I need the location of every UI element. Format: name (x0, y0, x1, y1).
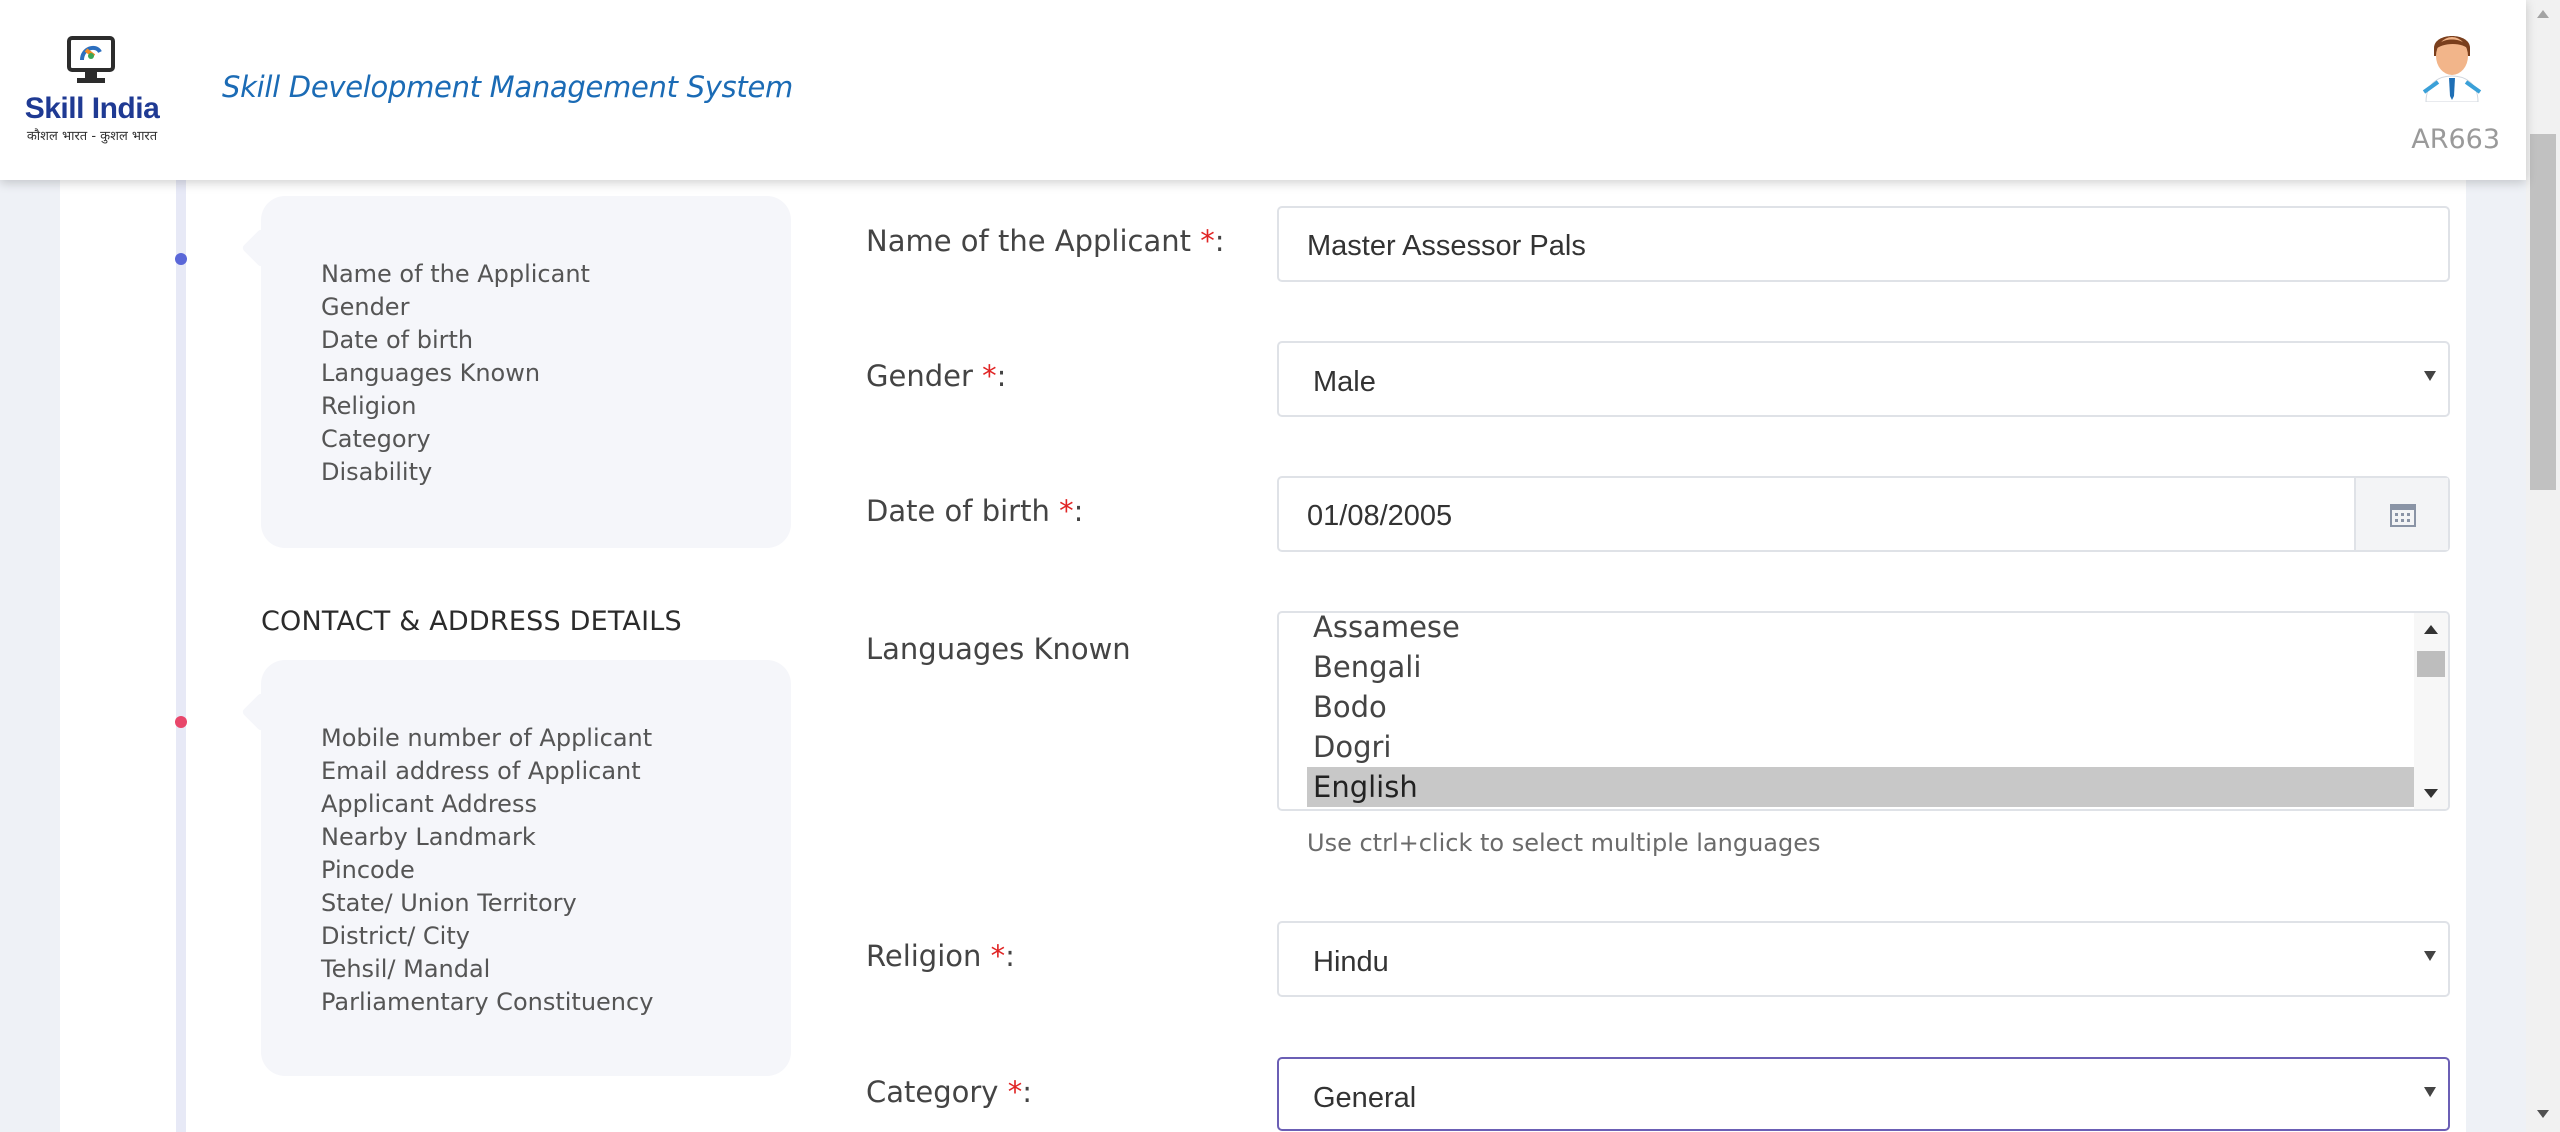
date-picker-button[interactable] (2354, 478, 2448, 550)
required-mark: * (990, 939, 1006, 973)
summary-item: Tehsil/ Mandal (321, 955, 491, 983)
label-colon: : (1073, 494, 1084, 528)
category-label: Category *: (866, 1075, 1032, 1109)
contact-details-summary-card: Mobile number of Applicant Email address… (261, 660, 791, 1076)
user-id: AR663 (2411, 124, 2500, 155)
languages-options: Assamese Bengali Bodo Dogri English (1307, 613, 2415, 807)
summary-item: District/ City (321, 922, 470, 950)
dob-label: Date of birth *: (866, 494, 1083, 528)
religion-label-text: Religion (866, 939, 991, 973)
brand-name: Skill India (24, 92, 160, 125)
dob-input-value: 01/08/2005 (1307, 500, 1453, 532)
summary-item: Disability (321, 458, 433, 486)
language-option[interactable]: Bengali (1307, 647, 2415, 687)
summary-item: Languages Known (321, 359, 541, 387)
languages-scrollbar[interactable] (2414, 613, 2448, 809)
page-scroll-thumb[interactable] (2530, 134, 2556, 490)
user-avatar-icon[interactable] (2420, 26, 2484, 102)
scroll-up-arrow-icon[interactable] (2424, 625, 2438, 634)
summary-item: State/ Union Territory (321, 889, 577, 917)
contact-details-list: Mobile number of Applicant Email address… (321, 722, 653, 1019)
religion-label: Religion *: (866, 939, 1015, 973)
chevron-down-icon (2424, 1087, 2436, 1097)
summary-item: Date of birth (321, 326, 474, 354)
name-label: Name of the Applicant *: (866, 224, 1225, 258)
languages-label: Languages Known (866, 632, 1131, 666)
timeline-dot-contact (175, 716, 187, 728)
summary-item: Parliamentary Constituency (321, 988, 654, 1016)
summary-item: Category (321, 425, 431, 453)
summary-item: Nearby Landmark (321, 823, 536, 851)
personal-details-list: Name of the Applicant Gender Date of bir… (321, 258, 590, 489)
languages-help-text: Use ctrl+click to select multiple langua… (1307, 829, 1821, 857)
category-select[interactable]: General (1277, 1057, 2450, 1131)
personal-details-summary-card: Name of the Applicant Gender Date of bir… (261, 196, 791, 548)
calendar-icon (2390, 504, 2416, 527)
summary-item: Name of the Applicant (321, 260, 590, 288)
languages-multiselect[interactable]: Assamese Bengali Bodo Dogri English (1277, 611, 2450, 811)
summary-item: Applicant Address (321, 790, 537, 818)
summary-item: Religion (321, 392, 417, 420)
scroll-down-arrow-icon[interactable] (2537, 1110, 2549, 1118)
label-colon: : (1022, 1075, 1032, 1109)
dob-input[interactable]: 01/08/2005 (1277, 476, 2450, 552)
skill-india-logo[interactable]: Skill India कौशल भारत - कुशल भारत (22, 34, 162, 146)
label-colon: : (996, 359, 1007, 393)
religion-select-value: Hindu (1313, 946, 1389, 978)
summary-item: Mobile number of Applicant (321, 724, 653, 752)
summary-item: Email address of Applicant (321, 757, 641, 785)
label-colon: : (1214, 224, 1225, 258)
name-input-value: Master Assessor Pals (1307, 230, 1586, 262)
summary-item: Pincode (321, 856, 415, 884)
name-input[interactable]: Master Assessor Pals (1277, 206, 2450, 282)
required-mark: * (1200, 224, 1215, 258)
summary-item: Gender (321, 293, 410, 321)
language-option[interactable]: Assamese (1307, 613, 2415, 647)
name-label-text: Name of the Applicant (866, 224, 1201, 258)
language-option-selected[interactable]: English (1307, 767, 2415, 807)
gender-select-value: Male (1313, 366, 1376, 398)
scroll-down-arrow-icon[interactable] (2424, 789, 2438, 798)
scroll-up-arrow-icon[interactable] (2537, 10, 2549, 18)
required-mark: * (1059, 494, 1074, 528)
timeline-dot-personal (175, 253, 187, 265)
religion-select[interactable]: Hindu (1277, 921, 2450, 997)
required-mark: * (982, 359, 997, 393)
label-colon: : (1005, 939, 1015, 973)
app-header: Skill India कौशल भारत - कुशल भारत Skill … (0, 0, 2526, 180)
language-option[interactable]: Bodo (1307, 687, 2415, 727)
page-scrollbar[interactable] (2526, 0, 2560, 1132)
category-select-value: General (1313, 1082, 1417, 1114)
gender-label-text: Gender (866, 359, 983, 393)
gender-select[interactable]: Male (1277, 341, 2450, 417)
brand-tagline: कौशल भारत - कुशल भारत (26, 129, 158, 144)
language-option[interactable]: Dogri (1307, 727, 2415, 767)
monitor-icon (67, 36, 115, 83)
chevron-down-icon (2424, 371, 2436, 381)
app-title: Skill Development Management System (222, 70, 793, 104)
gender-label: Gender *: (866, 359, 1006, 393)
required-mark: * (1007, 1075, 1023, 1109)
chevron-down-icon (2424, 951, 2436, 961)
timeline-line (176, 180, 186, 1132)
scroll-thumb[interactable] (2417, 651, 2445, 677)
dob-label-text: Date of birth (866, 494, 1060, 528)
contact-section-heading: CONTACT & ADDRESS DETAILS (261, 606, 682, 637)
category-label-text: Category (866, 1075, 1008, 1109)
